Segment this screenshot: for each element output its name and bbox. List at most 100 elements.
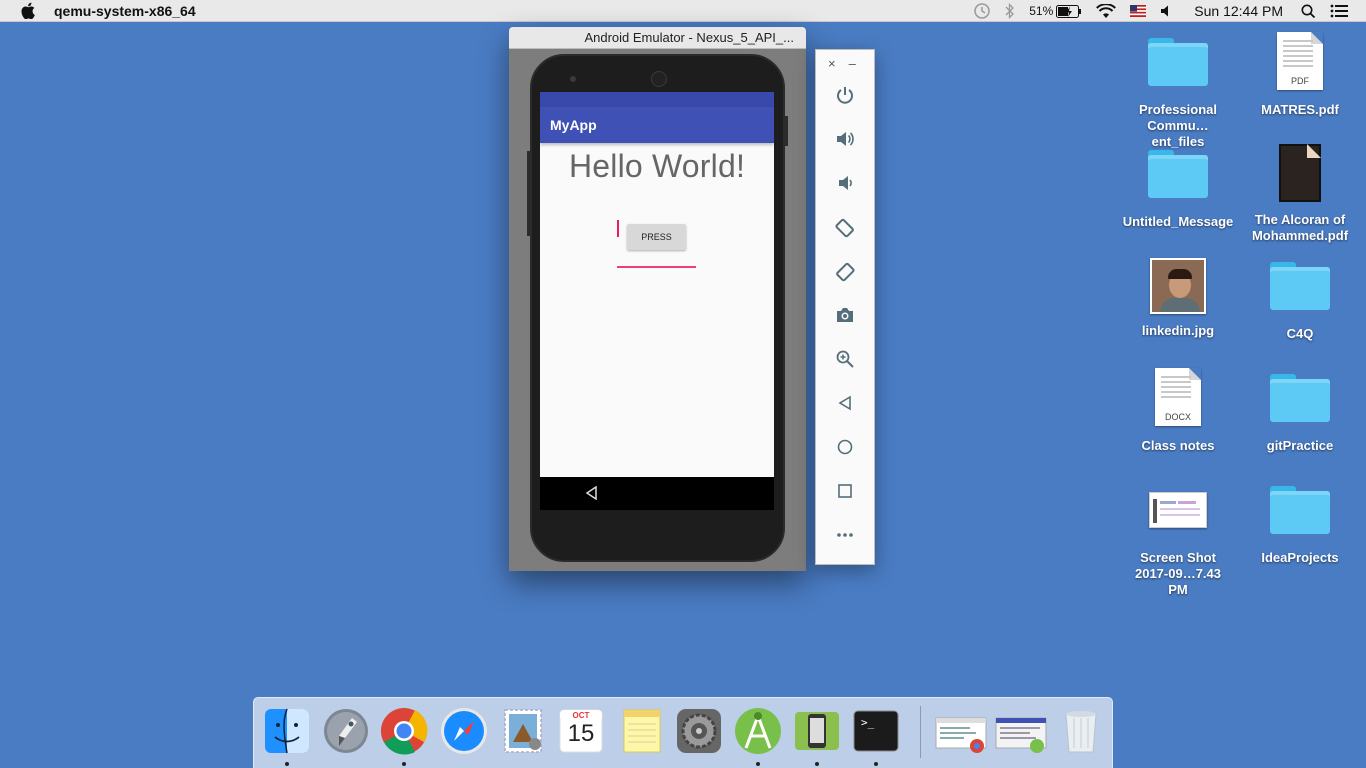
desktop-icon-class-notes[interactable]: DOCX Class notes (1113, 368, 1243, 454)
screenshot-thumbnail-icon (1149, 492, 1207, 528)
desktop-icon-alcoran-pdf[interactable]: The Alcoran of Mohammed.pdf (1235, 144, 1365, 244)
press-button[interactable]: PRESS (627, 224, 686, 250)
desktop-icon-label: The Alcoran of Mohammed.pdf (1251, 212, 1349, 243)
power-icon[interactable] (834, 84, 856, 106)
app-toolbar: MyApp (540, 107, 774, 143)
android-nav-bar (540, 477, 774, 510)
folder-icon (1148, 150, 1208, 198)
emulator-titlebar[interactable]: Android Emulator - Nexus_5_API_... (509, 27, 806, 49)
emulator-toolbar: × – (815, 49, 875, 565)
desktop-icon-label: IdeaProjects (1261, 550, 1339, 565)
phone-speaker (651, 71, 667, 87)
calendar-icon[interactable]: OCT 15 (556, 706, 606, 756)
volume-down-icon[interactable] (834, 172, 856, 194)
desktop-icon-label: Screen Shot 2017-09…7.43 PM (1134, 550, 1221, 597)
desktop-icon-label: Professional Commu…ent_files (1138, 102, 1218, 149)
emulator-window: Android Emulator - Nexus_5_API_... MyApp… (509, 27, 806, 571)
volume-up-icon[interactable] (834, 128, 856, 150)
folder-icon (1148, 38, 1208, 86)
zoom-icon[interactable] (834, 348, 856, 370)
battery-status[interactable]: 51% (1029, 4, 1082, 18)
phone-side-button (527, 151, 530, 236)
front-camera (570, 76, 576, 82)
bluetooth-icon[interactable] (1005, 3, 1015, 19)
input-source-flag-icon[interactable] (1130, 5, 1147, 17)
app-title: MyApp (550, 117, 597, 133)
running-indicator (285, 762, 289, 766)
phone-frame: MyApp Hello World! PRESS (527, 54, 788, 562)
desktop-icon-professional-files[interactable]: Professional Commu…ent_files (1113, 38, 1243, 150)
folder-icon (1270, 262, 1330, 310)
phone-power-button (785, 116, 788, 146)
android-screen[interactable]: MyApp Hello World! PRESS (540, 92, 774, 477)
android-studio-window-thumbnail[interactable] (994, 706, 1048, 756)
running-indicator (756, 762, 760, 766)
camera-icon[interactable] (834, 304, 856, 326)
more-icon[interactable] (834, 524, 856, 546)
desktop-icon-screen-shot[interactable]: Screen Shot 2017-09…7.43 PM (1113, 492, 1243, 598)
folder-icon (1270, 374, 1330, 422)
apple-menu-icon[interactable] (20, 2, 36, 20)
rotate-left-icon[interactable] (834, 216, 856, 238)
calendar-day: 15 (567, 720, 595, 747)
volume-icon[interactable] (1160, 4, 1174, 18)
desktop-icon-label: Untitled_Message (1122, 214, 1234, 229)
file-type-tag: PDF (1291, 76, 1309, 86)
home-icon[interactable] (834, 436, 856, 458)
trash-icon[interactable] (1056, 706, 1106, 756)
rotate-right-icon[interactable] (834, 260, 856, 282)
android-device-manager-icon[interactable] (792, 706, 842, 756)
desktop-icon-label: gitPractice (1266, 438, 1334, 453)
toolbar-close-icon[interactable]: × (828, 56, 836, 71)
time-machine-icon[interactable] (973, 2, 991, 20)
notification-center-icon[interactable] (1330, 4, 1348, 18)
system-preferences-icon[interactable] (674, 706, 724, 756)
folder-icon (1270, 486, 1330, 534)
safari-icon[interactable] (439, 706, 489, 756)
running-indicator (874, 762, 878, 766)
file-type-tag: DOCX (1164, 412, 1191, 422)
menu-clock[interactable]: Sun 12:44 PM (1194, 3, 1283, 19)
active-app-name[interactable]: qemu-system-x86_64 (54, 3, 196, 19)
desktop-icon-untitled-message[interactable]: Untitled_Message (1113, 150, 1243, 230)
running-indicator (815, 762, 819, 766)
calendar-month: OCT (572, 711, 590, 720)
docx-file-icon: DOCX (1155, 368, 1201, 426)
menu-bar: qemu-system-x86_64 51% Sun 12:44 PM (0, 0, 1366, 22)
spotlight-search-icon[interactable] (1301, 4, 1316, 19)
battery-percent: 51% (1029, 4, 1054, 18)
dock-separator (920, 706, 921, 758)
emulator-window-title: Android Emulator - Nexus_5_API_... (584, 30, 794, 45)
terminal-icon[interactable]: >_ (851, 706, 901, 756)
desktop-icon-label: linkedin.jpg (1141, 323, 1215, 338)
wifi-icon[interactable] (1096, 3, 1117, 19)
android-studio-icon[interactable] (733, 706, 783, 756)
desktop-icon-ideaprojects[interactable]: IdeaProjects (1235, 486, 1365, 566)
running-indicator (402, 762, 406, 766)
nav-back-icon[interactable] (585, 485, 599, 505)
desktop-icon-label: Class notes (1141, 438, 1215, 453)
desktop-icon-label: MATRES.pdf (1261, 102, 1339, 117)
overview-icon[interactable] (834, 480, 856, 502)
pdf-file-icon: PDF (1277, 32, 1323, 90)
launchpad-icon[interactable] (321, 706, 371, 756)
desktop-icon-matres-pdf[interactable]: PDF MATRES.pdf (1235, 32, 1365, 118)
android-status-bar (540, 92, 774, 107)
chrome-window-thumbnail[interactable] (934, 706, 988, 756)
chrome-icon[interactable] (379, 706, 429, 756)
mail-icon[interactable] (499, 706, 549, 756)
desktop-icon-gitpractice[interactable]: gitPractice (1235, 374, 1365, 454)
notes-icon[interactable] (616, 706, 666, 756)
pdf-book-cover-icon (1279, 144, 1321, 202)
hello-world-text: Hello World! (568, 148, 746, 184)
terminal-prompt: >_ (861, 716, 875, 729)
finder-icon[interactable] (262, 706, 312, 756)
back-icon[interactable] (834, 392, 856, 414)
desktop-icon-linkedin-jpg[interactable]: linkedin.jpg (1113, 258, 1243, 339)
desktop-icon-c4q[interactable]: C4Q (1235, 262, 1365, 342)
dock: OCT 15 >_ (253, 697, 1113, 768)
toolbar-minimize-icon[interactable]: – (849, 56, 856, 71)
photo-thumbnail-icon (1150, 258, 1206, 314)
desktop-icon-label: C4Q (1286, 326, 1314, 341)
battery-icon (1056, 4, 1082, 18)
